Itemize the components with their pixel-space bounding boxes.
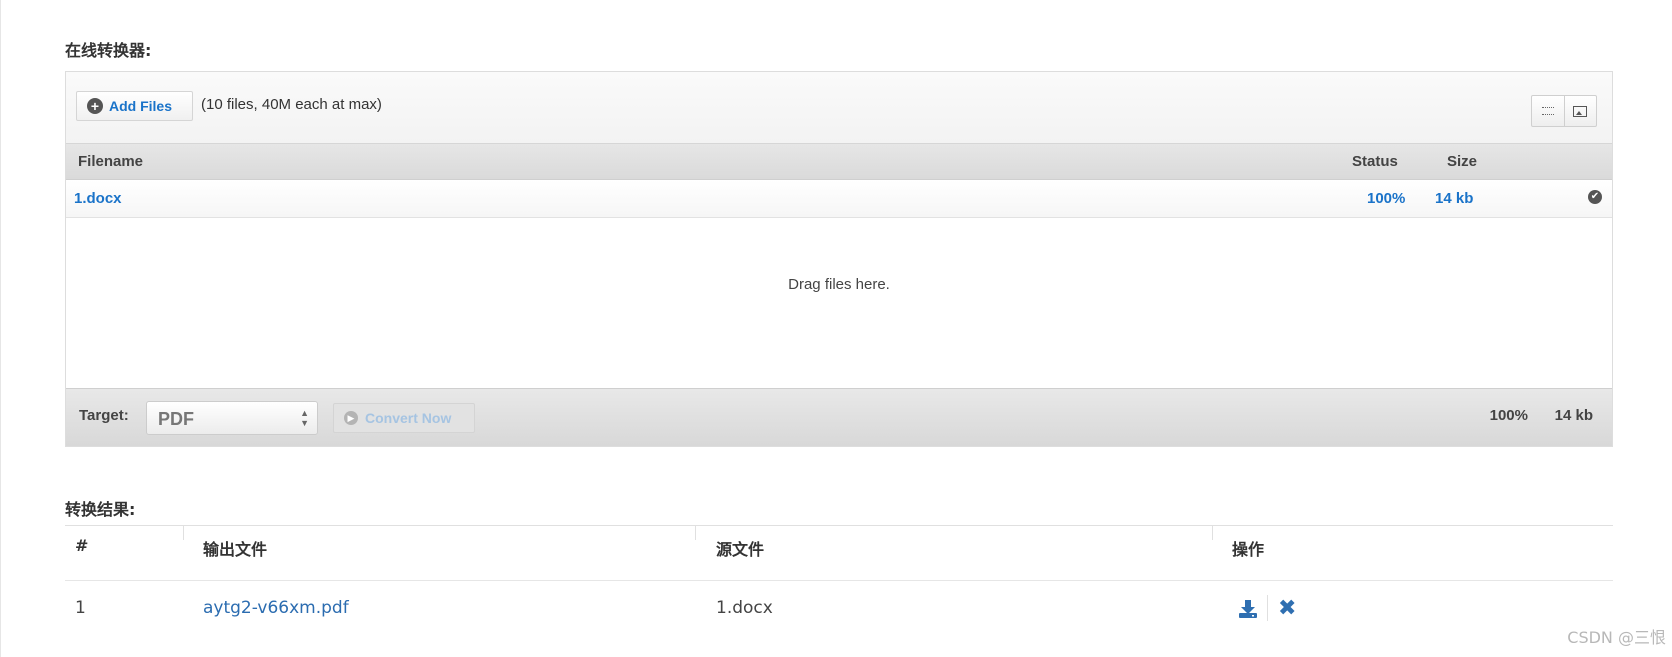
image-icon bbox=[1573, 105, 1588, 117]
page-left-border bbox=[0, 0, 1, 657]
file-status: 100% bbox=[1367, 190, 1406, 207]
file-size: 14 kb bbox=[1435, 190, 1474, 207]
column-size: Size bbox=[1447, 153, 1478, 170]
view-mode-toggle bbox=[1531, 95, 1597, 127]
column-divider bbox=[1212, 526, 1213, 540]
action-divider bbox=[1267, 595, 1268, 621]
file-list-header: Filename Status Size bbox=[66, 144, 1612, 180]
result-col-index: # bbox=[75, 536, 89, 555]
output-file-link[interactable]: aytg2-v66xm.pdf bbox=[203, 598, 349, 618]
result-table-header: # 输出文件 源文件 操作 bbox=[65, 526, 1613, 581]
plus-circle-icon: + bbox=[87, 98, 103, 114]
result-col-actions: 操作 bbox=[1232, 540, 1265, 559]
result-section-title: 转换结果: bbox=[65, 500, 136, 519]
list-icon bbox=[1541, 107, 1554, 115]
convert-now-label: Convert Now bbox=[365, 410, 452, 426]
target-label: Target: bbox=[79, 407, 129, 424]
checkmark-circle-icon: ✔ bbox=[1588, 190, 1602, 204]
convert-now-button[interactable]: ▶ Convert Now bbox=[333, 403, 475, 433]
column-divider bbox=[183, 526, 184, 540]
target-format-value: PDF bbox=[158, 409, 194, 429]
column-divider bbox=[695, 526, 696, 540]
result-col-source: 源文件 bbox=[716, 540, 765, 559]
upload-limit-note: (10 files, 40M each at max) bbox=[201, 96, 382, 113]
select-arrows-icon: ▲ ▼ bbox=[300, 408, 309, 428]
drop-zone-text: Drag files here. bbox=[788, 276, 890, 293]
watermark: CSDN @三恨 bbox=[1567, 628, 1666, 647]
result-col-output: 输出文件 bbox=[203, 540, 268, 559]
converter-section-title: 在线转换器: bbox=[65, 41, 152, 60]
drop-zone[interactable]: Drag files here. bbox=[66, 218, 1612, 390]
add-files-button[interactable]: + Add Files bbox=[76, 91, 193, 121]
delete-icon[interactable]: ✖ bbox=[1278, 598, 1296, 620]
table-row: 1 aytg2-v66xm.pdf 1.docx ✖ bbox=[65, 581, 1613, 636]
total-size: 14 kb bbox=[1554, 407, 1593, 424]
source-file-name: 1.docx bbox=[716, 598, 773, 618]
result-index: 1 bbox=[75, 598, 86, 618]
target-format-select[interactable]: PDF ▲ ▼ bbox=[146, 401, 318, 435]
list-view-button[interactable] bbox=[1532, 96, 1564, 126]
result-table: # 输出文件 源文件 操作 1 aytg2-v66xm.pdf 1.docx ✖ bbox=[65, 525, 1613, 636]
column-status: Status bbox=[1352, 153, 1398, 170]
add-files-label: Add Files bbox=[109, 98, 173, 114]
arrow-right-circle-icon: ▶ bbox=[344, 411, 358, 425]
file-name: 1.docx bbox=[74, 190, 122, 207]
download-icon[interactable] bbox=[1238, 599, 1258, 619]
thumbnail-view-button[interactable] bbox=[1563, 96, 1597, 126]
uploader-header: + Add Files (10 files, 40M each at max) bbox=[66, 72, 1612, 144]
total-status: 100% bbox=[1489, 407, 1528, 424]
file-uploader: + Add Files (10 files, 40M each at max) … bbox=[65, 71, 1613, 447]
file-list-row[interactable]: 1.docx 100% 14 kb ✔ bbox=[66, 180, 1612, 218]
uploader-footer: Target: PDF ▲ ▼ ▶ Convert Now 100% 14 kb bbox=[66, 388, 1612, 446]
column-filename: Filename bbox=[78, 153, 144, 170]
